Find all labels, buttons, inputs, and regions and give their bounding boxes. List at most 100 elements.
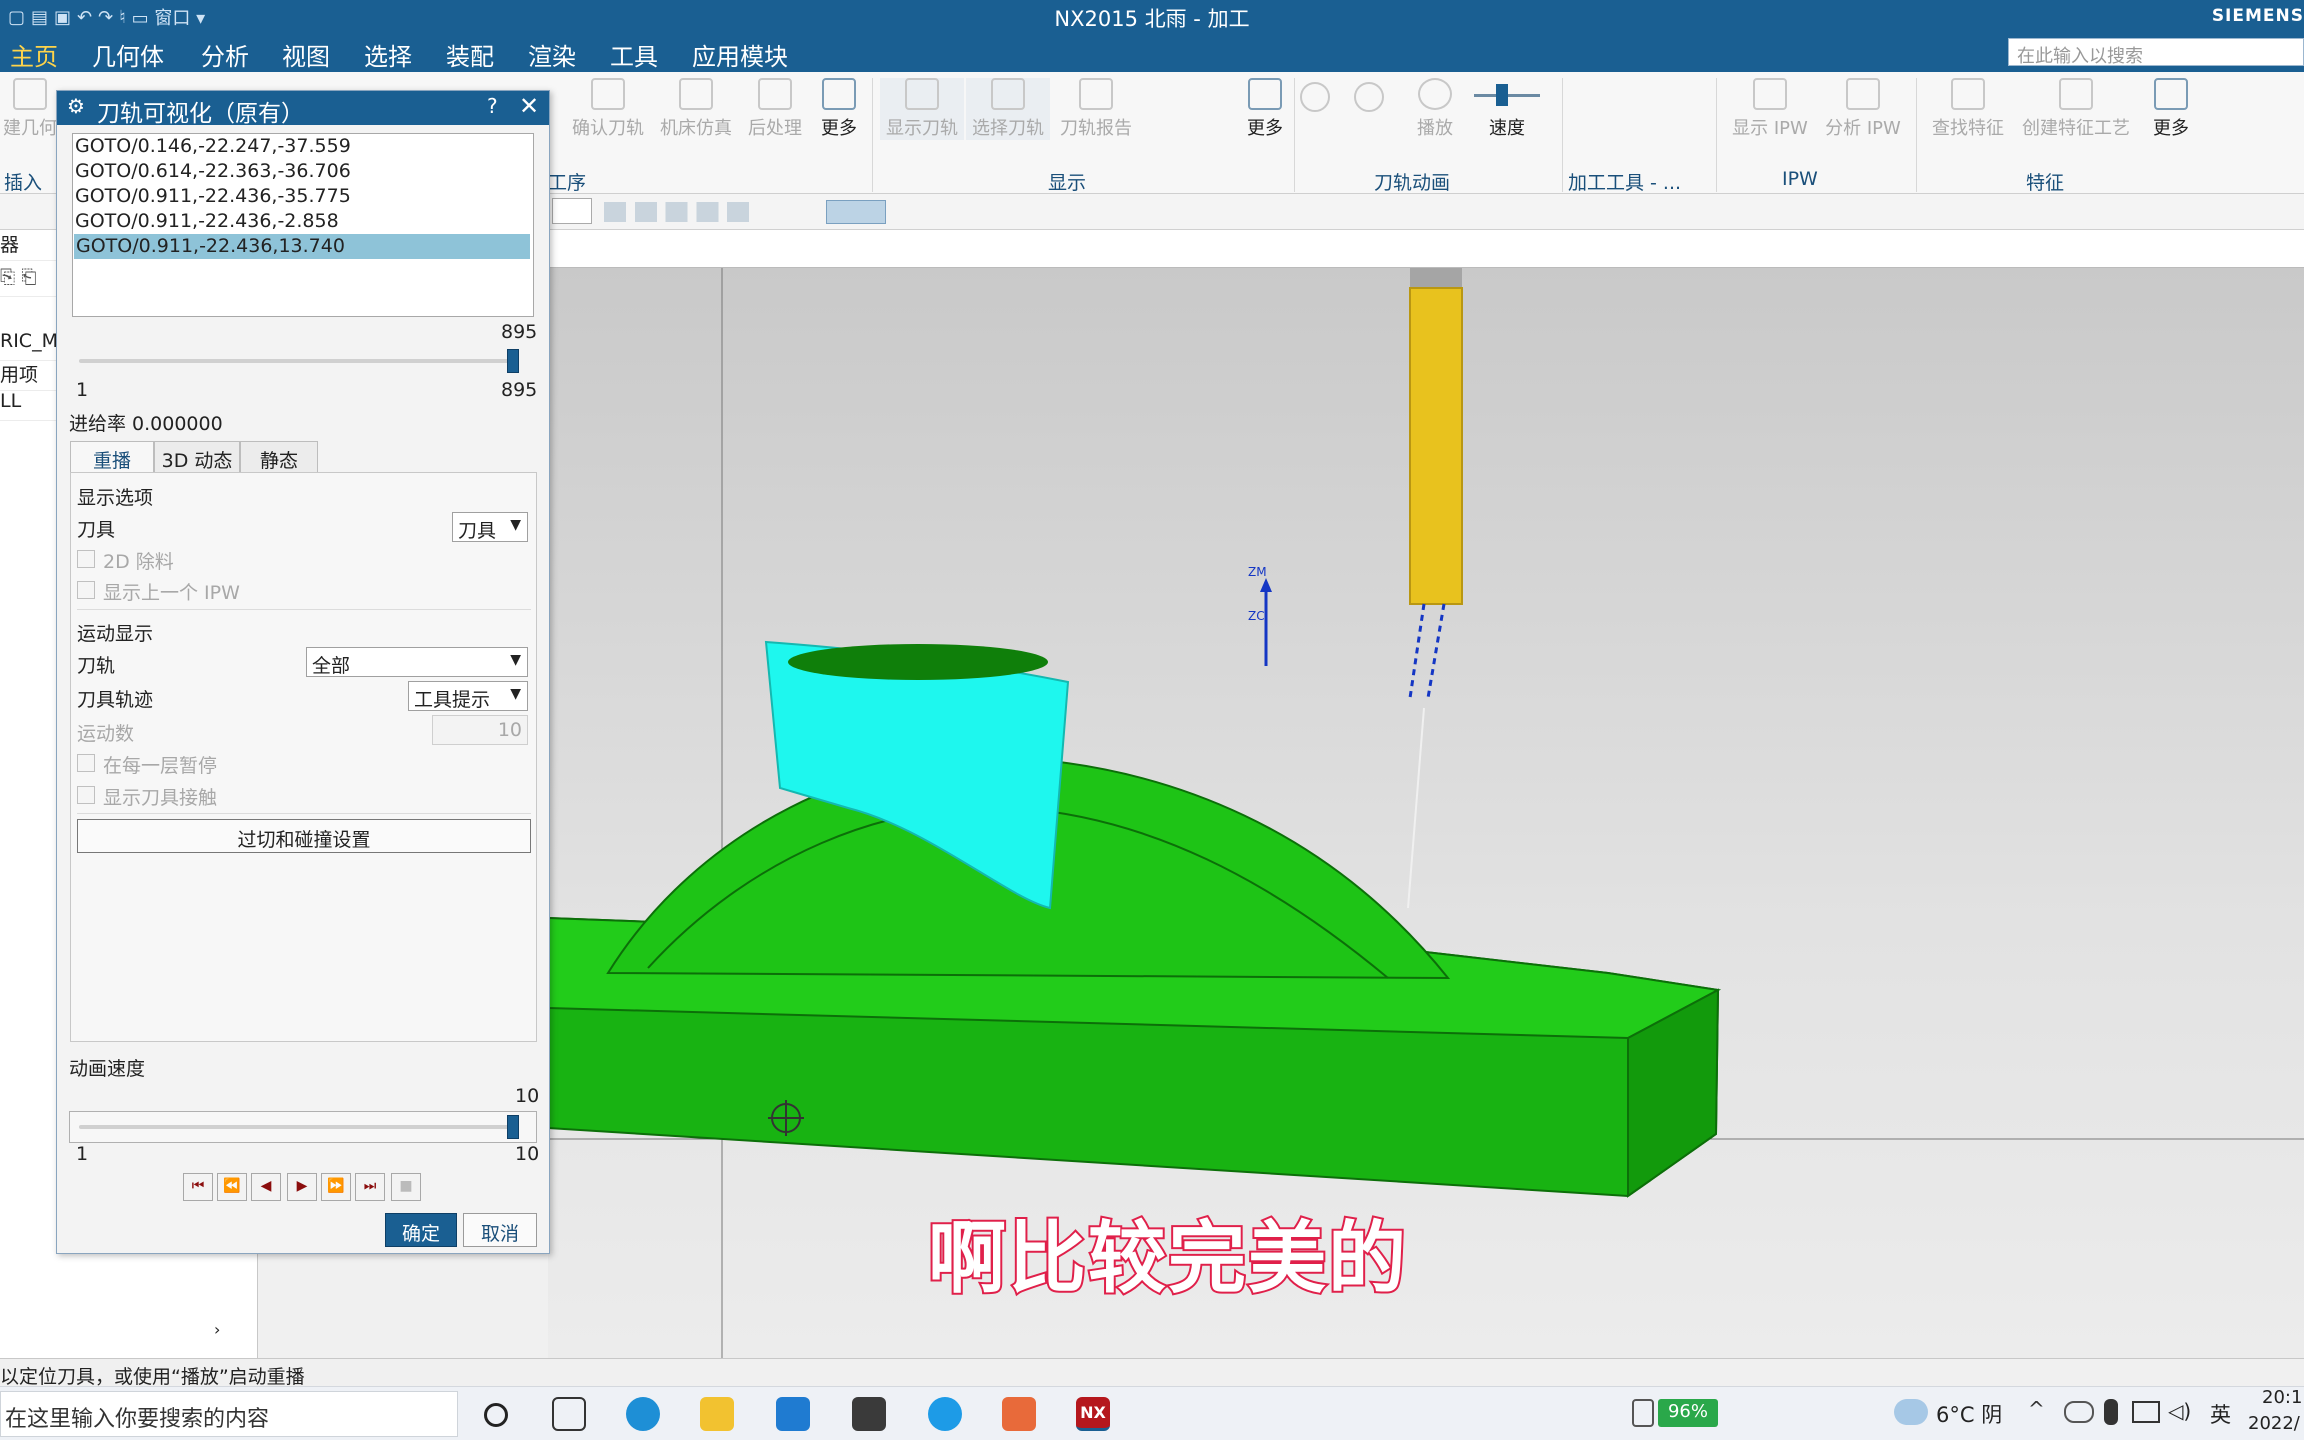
speed-thumb[interactable]	[1496, 84, 1508, 106]
edge-browser-icon[interactable]	[626, 1397, 660, 1431]
menu-view[interactable]: 视图	[282, 37, 330, 72]
postprocess-button[interactable]: 后处理	[742, 78, 808, 140]
position-slider-thumb[interactable]	[507, 349, 519, 373]
group-insert[interactable]: 插入	[4, 168, 42, 195]
ok-button[interactable]: 确定	[385, 1213, 457, 1247]
goto-list[interactable]: GOTO/0.146,-22.247,-37.559 GOTO/0.614,-2…	[72, 133, 534, 317]
ribbon-separator	[1294, 78, 1295, 192]
gear-icon[interactable]: ⚙	[67, 94, 85, 118]
find-feature-button[interactable]: 查找特征	[1926, 78, 2010, 140]
show-tool-contact-checkbox[interactable]	[77, 786, 95, 804]
motion-count-input[interactable]: 10	[432, 715, 528, 745]
ime-indicator[interactable]: 英	[2210, 1399, 2231, 1429]
command-search-input[interactable]: 在此输入以搜索	[2008, 38, 2304, 67]
group-feature[interactable]: 特征	[2026, 168, 2064, 195]
list-item[interactable]: GOTO/0.614,-22.363,-36.706	[73, 159, 533, 184]
view-mode-icons[interactable]	[826, 200, 886, 224]
step-back-icon[interactable]	[1300, 82, 1330, 112]
more-ops-button[interactable]: 更多	[814, 78, 864, 140]
list-item[interactable]: GOTO/0.146,-22.247,-37.559	[73, 134, 533, 159]
menu-select[interactable]: 选择	[364, 37, 412, 72]
pause-each-layer-checkbox[interactable]	[77, 754, 95, 772]
recorder-app-icon[interactable]	[1002, 1397, 1036, 1431]
tab-replay[interactable]: 重播	[70, 441, 154, 473]
speed-slider[interactable]	[1470, 78, 1544, 114]
gouge-collision-settings-button[interactable]: 过切和碰撞设置	[77, 819, 531, 853]
group-machining-tools[interactable]: 加工工具 - ...	[1568, 168, 1681, 195]
more-feature-button[interactable]: 更多	[2146, 78, 2196, 140]
cortana-icon[interactable]	[484, 1403, 508, 1427]
onedrive-icon[interactable]	[2064, 1401, 2094, 1423]
store-icon[interactable]	[852, 1397, 886, 1431]
filter-dropdown[interactable]	[552, 198, 592, 224]
path-dropdown[interactable]: 全部 ▼	[306, 647, 528, 677]
volume-icon[interactable]: ◁)	[2168, 1399, 2191, 1423]
tab-static[interactable]: 静态	[240, 441, 318, 473]
play-button[interactable]: 播放	[1410, 78, 1460, 140]
show-ipw-button[interactable]: 显示 IPW	[1726, 78, 1814, 140]
tool-trace-dropdown[interactable]: 工具提示 ▼	[408, 681, 528, 711]
tray-chevron-icon[interactable]: ^	[2028, 1397, 2045, 1421]
nx-app-icon[interactable]: NX	[1076, 1397, 1110, 1431]
group-ipw[interactable]: IPW	[1782, 168, 1818, 190]
taskbar-search-input[interactable]: 在这里输入你要搜索的内容	[0, 1391, 458, 1437]
machine-sim-button[interactable]: 机床仿真	[654, 78, 738, 140]
rewind-to-start-icon[interactable]: ⏮	[183, 1173, 213, 1201]
help-icon[interactable]: ?	[487, 94, 498, 118]
weather-text[interactable]: 6°C 阴	[1936, 1399, 2002, 1429]
tool-dropdown[interactable]: 刀具 ▼	[452, 512, 528, 542]
clock-date[interactable]: 2022/	[2248, 1413, 2304, 1434]
position-slider-track[interactable]	[79, 359, 519, 363]
task-view-icon[interactable]	[552, 1397, 586, 1431]
create-feature-process-button[interactable]: 创建特征工艺	[2014, 78, 2138, 140]
stop-icon[interactable]: ■	[391, 1173, 421, 1201]
menu-home[interactable]: 主页	[10, 37, 58, 74]
mail-icon[interactable]	[776, 1397, 810, 1431]
network-icon[interactable]	[2132, 1401, 2160, 1423]
list-item[interactable]: GOTO/0.911,-22.436,-35.775	[73, 184, 533, 209]
menu-tools[interactable]: 工具	[610, 37, 658, 72]
select-toolpath-button[interactable]: 选择刀轨	[966, 78, 1050, 140]
group-display[interactable]: 显示	[1048, 168, 1086, 195]
create-geometry-button[interactable]: 建几何	[0, 78, 60, 140]
verify-toolpath-button[interactable]: 确认刀轨	[566, 78, 650, 140]
toolpath-report-button[interactable]: 刀轨报告	[1054, 78, 1138, 140]
ie-browser-icon[interactable]	[928, 1397, 962, 1431]
fast-forward-to-end-icon[interactable]: ⏭	[355, 1173, 385, 1201]
group-operations[interactable]: 工序	[548, 168, 586, 195]
analyze-ipw-button[interactable]: 分析 IPW	[1818, 78, 1908, 140]
plug-icon[interactable]	[1632, 1399, 1654, 1427]
menu-app-modules[interactable]: 应用模块	[692, 37, 788, 72]
battery-indicator[interactable]: 96%	[1658, 1399, 1718, 1427]
menu-analysis[interactable]: 分析	[201, 37, 249, 72]
cancel-button[interactable]: 取消	[463, 1213, 537, 1247]
more-display-button[interactable]: 更多	[1240, 78, 1290, 140]
clock-time[interactable]: 20:1	[2262, 1387, 2304, 1408]
show-prev-ipw-checkbox[interactable]	[77, 581, 95, 599]
play-backward-icon[interactable]: ◀	[251, 1173, 281, 1201]
microphone-icon[interactable]	[2104, 1399, 2118, 1425]
group-toolpath-animation[interactable]: 刀轨动画	[1374, 168, 1450, 195]
tab-3d-dynamic[interactable]: 3D 动态	[154, 441, 240, 473]
graphics-viewport[interactable]: ZM ZC	[548, 268, 2304, 1358]
remove-2d-checkbox[interactable]	[77, 550, 95, 568]
animation-speed-thumb[interactable]	[507, 1115, 519, 1139]
step-forward-icon[interactable]: ⏩	[321, 1173, 351, 1201]
play-forward-icon[interactable]: ▶	[287, 1173, 317, 1201]
menu-assembly[interactable]: 装配	[446, 37, 494, 72]
step-backward-icon[interactable]: ⏪	[217, 1173, 247, 1201]
speed-control[interactable]: 速度	[1470, 78, 1544, 140]
menu-render[interactable]: 渲染	[528, 37, 576, 72]
snap-icons[interactable]	[604, 202, 824, 222]
dialog-title-bar[interactable]: ⚙ 刀轨可视化（原有） ? ✕	[57, 91, 549, 127]
pause-icon[interactable]	[1354, 82, 1384, 112]
file-explorer-icon[interactable]	[700, 1397, 734, 1431]
close-icon[interactable]: ✕	[519, 92, 539, 120]
animation-speed-track[interactable]	[79, 1125, 519, 1129]
list-item[interactable]: GOTO/0.911,-22.436,-2.858	[73, 209, 533, 234]
show-toolpath-button[interactable]: 显示刀轨	[880, 78, 964, 140]
scroll-right-icon[interactable]: ›	[214, 1320, 234, 1340]
menu-geometry[interactable]: 几何体	[92, 37, 164, 72]
list-item-selected[interactable]: GOTO/0.911,-22.436,13.740	[74, 234, 530, 259]
weather-icon[interactable]	[1894, 1399, 1928, 1425]
